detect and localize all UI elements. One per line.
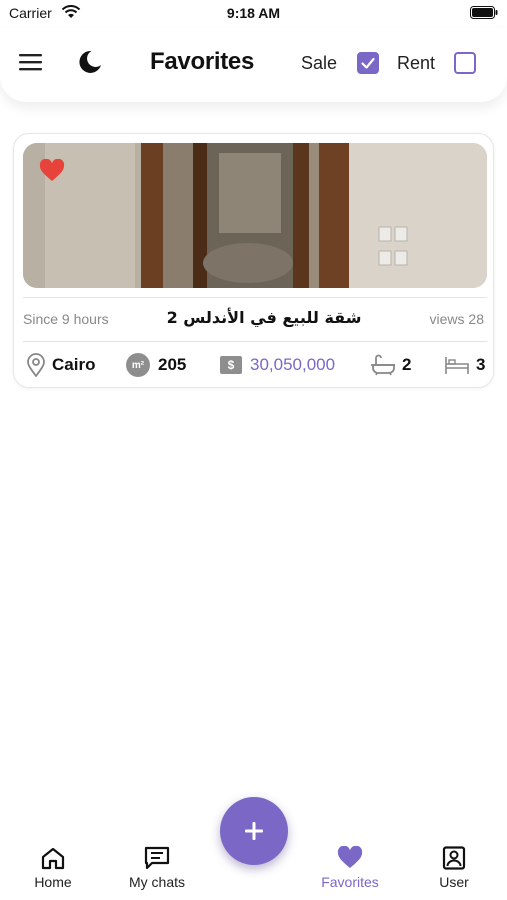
- bathtub-icon: [371, 354, 395, 376]
- view-count: views 28: [429, 311, 484, 327]
- home-icon: [41, 847, 65, 870]
- nav-my-chats[interactable]: My chats: [107, 840, 207, 896]
- chat-icon: [144, 846, 170, 870]
- bedrooms-value: 3: [476, 355, 486, 374]
- hamburger-icon[interactable]: [18, 50, 44, 74]
- sale-checkbox[interactable]: [357, 52, 379, 74]
- posted-time: Since 9 hours: [23, 311, 109, 327]
- listing-title: شقة للبيع في الأندلس 2: [166, 308, 362, 327]
- listing-card[interactable]: Since 9 hours شقة للبيع في الأندلس 2 vie…: [13, 133, 494, 388]
- nav-chats-label: My chats: [128, 874, 185, 890]
- status-bar: Carrier 9:18 AM: [0, 0, 507, 28]
- nav-home[interactable]: Home: [3, 840, 103, 896]
- city-label: Cairo: [52, 355, 96, 374]
- clock: 9:18 AM: [226, 5, 281, 21]
- app-header: Favorites Sale Rent: [0, 28, 507, 102]
- nav-favorites-label: Favorites: [321, 874, 379, 890]
- listing-bathrooms: 2: [370, 352, 411, 378]
- area-m2-icon: m²: [126, 353, 150, 377]
- rent-checkbox[interactable]: [454, 52, 476, 74]
- listing-bedrooms: 3: [444, 352, 485, 378]
- listing-city: Cairo: [26, 352, 95, 378]
- battery-icon: [470, 6, 498, 19]
- nav-home-label: Home: [34, 874, 72, 890]
- area-value: 205: [158, 355, 187, 374]
- page-title: Favorites: [150, 48, 255, 75]
- price-value: 30,050,000: [250, 355, 336, 374]
- nav-user-label: User: [439, 874, 469, 890]
- favorite-heart-icon[interactable]: [39, 159, 65, 183]
- moon-icon[interactable]: [77, 49, 103, 75]
- bathrooms-value: 2: [402, 355, 412, 374]
- heart-icon: [337, 846, 363, 868]
- bottom-nav: Home My chats Favorites User: [0, 840, 507, 900]
- location-pin-icon: [27, 353, 45, 377]
- listing-price: $ 30,050,000: [220, 352, 335, 378]
- nav-favorites[interactable]: Favorites: [300, 840, 400, 896]
- checkmark-icon: [361, 57, 375, 69]
- card-divider: [23, 297, 487, 298]
- price-dollar-icon: $: [220, 356, 242, 374]
- listing-photo: [23, 143, 487, 288]
- rent-filter-label: Rent: [397, 53, 436, 73]
- listing-area: m² 205: [126, 352, 186, 378]
- bed-icon: [445, 357, 469, 374]
- user-icon: [442, 846, 466, 870]
- nav-user[interactable]: User: [404, 840, 504, 896]
- sale-filter-label: Sale: [301, 53, 338, 73]
- card-divider: [23, 341, 487, 342]
